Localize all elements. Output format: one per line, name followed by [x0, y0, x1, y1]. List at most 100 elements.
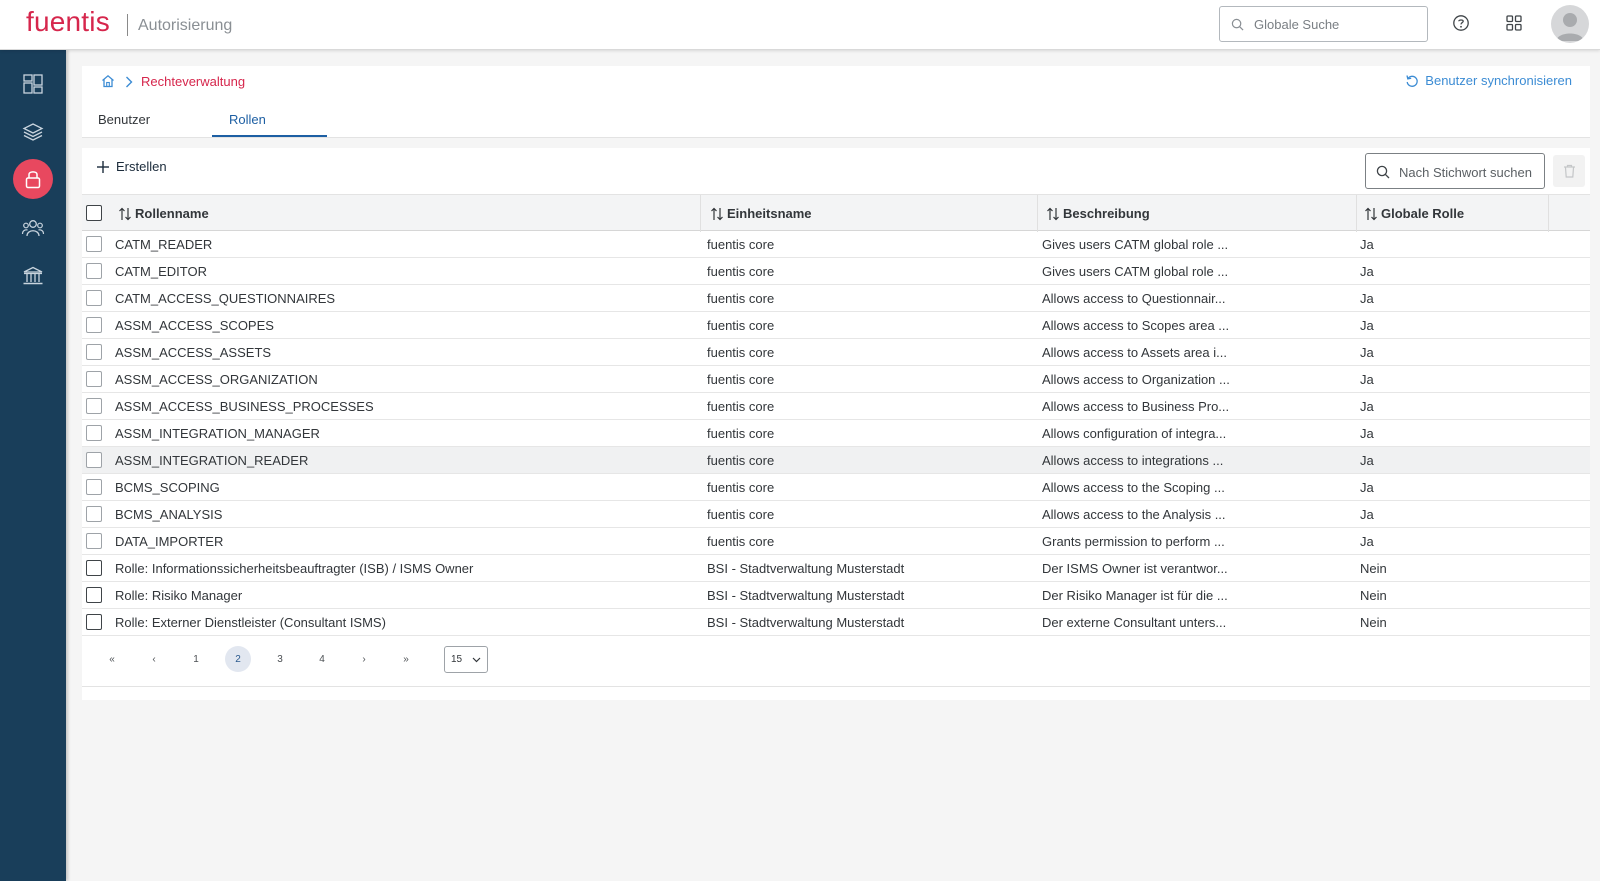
- cell-einheitsname: fuentis core: [707, 426, 775, 441]
- table-row[interactable]: Rolle: Externer Dienstleister (Consultan…: [82, 609, 1590, 636]
- row-checkbox[interactable]: [86, 236, 102, 252]
- fuentis-logo[interactable]: fuentis: [26, 6, 110, 38]
- row-checkbox[interactable]: [86, 587, 102, 603]
- row-checkbox[interactable]: [86, 533, 102, 549]
- row-checkbox[interactable]: [86, 317, 102, 333]
- roles-panel: Erstellen Rollenname Einheitsname Beschr…: [82, 148, 1590, 700]
- table-row[interactable]: Rolle: Informationssicherheitsbeauftragt…: [82, 555, 1590, 582]
- cell-globale-rolle: Ja: [1360, 399, 1374, 414]
- sync-users-label: Benutzer synchronisieren: [1425, 73, 1572, 88]
- cell-beschreibung: Grants permission to perform ...: [1042, 534, 1225, 549]
- row-checkbox[interactable]: [86, 398, 102, 414]
- column-header-einheitsname[interactable]: Einheitsname: [710, 195, 812, 232]
- table-row[interactable]: DATA_IMPORTER fuentis core Grants permis…: [82, 528, 1590, 555]
- page-button[interactable]: 4: [309, 646, 335, 672]
- table-row[interactable]: ASSM_ACCESS_ORGANIZATION fuentis core Al…: [82, 366, 1590, 393]
- table-row[interactable]: ASSM_ACCESS_ASSETS fuentis core Allows a…: [82, 339, 1590, 366]
- cell-globale-rolle: Ja: [1360, 453, 1374, 468]
- cell-rollenname: CATM_ACCESS_QUESTIONNAIRES: [115, 291, 336, 306]
- cell-einheitsname: fuentis core: [707, 291, 775, 306]
- cell-beschreibung: Gives users CATM global role ...: [1042, 264, 1229, 279]
- table-row[interactable]: BCMS_ANALYSIS fuentis core Allows access…: [82, 501, 1590, 528]
- row-checkbox[interactable]: [86, 290, 102, 306]
- users-group-icon: [21, 220, 45, 237]
- cell-rollenname: ASSM_INTEGRATION_MANAGER: [115, 426, 320, 441]
- cell-globale-rolle: Ja: [1360, 345, 1374, 360]
- cell-rollenname: CATM_READER: [115, 237, 213, 252]
- row-checkbox[interactable]: [86, 425, 102, 441]
- search-icon: [1376, 165, 1390, 182]
- create-button[interactable]: Erstellen: [96, 159, 167, 174]
- cell-einheitsname: fuentis core: [707, 264, 775, 279]
- last-page-button[interactable]: »: [393, 646, 419, 672]
- cell-rollenname: Rolle: Risiko Manager: [115, 588, 243, 603]
- row-checkbox[interactable]: [86, 506, 102, 522]
- table-row[interactable]: CATM_ACCESS_QUESTIONNAIRES fuentis core …: [82, 285, 1590, 312]
- table-row[interactable]: CATM_EDITOR fuentis core Gives users CAT…: [82, 258, 1590, 285]
- column-header-rollenname[interactable]: Rollenname: [118, 195, 209, 232]
- cell-beschreibung: Allows access to Assets area i...: [1042, 345, 1227, 360]
- sidebar-item-dashboard[interactable]: [13, 64, 53, 104]
- panel-divider: [82, 686, 1590, 687]
- column-header-beschreibung[interactable]: Beschreibung: [1046, 195, 1150, 232]
- page-button[interactable]: 1: [183, 646, 209, 672]
- table-row[interactable]: ASSM_ACCESS_SCOPES fuentis core Allows a…: [82, 312, 1590, 339]
- app-grid-icon: [1506, 14, 1522, 34]
- sidebar-item-layers[interactable]: [13, 112, 53, 152]
- sidebar-item-institution[interactable]: [13, 256, 53, 296]
- cell-rollenname: ASSM_ACCESS_SCOPES: [115, 318, 274, 333]
- keyword-search-input[interactable]: [1399, 163, 1541, 181]
- table-row[interactable]: ASSM_ACCESS_BUSINESS_PROCESSES fuentis c…: [82, 393, 1590, 420]
- table-row[interactable]: CATM_READER fuentis core Gives users CAT…: [82, 231, 1590, 258]
- tab-benutzer[interactable]: Benutzer: [98, 112, 150, 127]
- table-row[interactable]: BCMS_SCOPING fuentis core Allows access …: [82, 474, 1590, 501]
- page-button[interactable]: 3: [267, 646, 293, 672]
- column-divider: [1037, 195, 1038, 232]
- row-checkbox[interactable]: [86, 371, 102, 387]
- row-checkbox[interactable]: [86, 452, 102, 468]
- tab-active-indicator: [212, 135, 327, 137]
- global-search-box[interactable]: [1219, 6, 1428, 42]
- cell-einheitsname: fuentis core: [707, 507, 775, 522]
- row-checkbox[interactable]: [86, 344, 102, 360]
- sort-icon: [1047, 207, 1059, 220]
- row-checkbox[interactable]: [86, 614, 102, 630]
- cell-globale-rolle: Ja: [1360, 264, 1374, 279]
- sort-icon: [711, 207, 723, 220]
- sidebar-item-authorization[interactable]: [13, 159, 53, 199]
- tab-rollen[interactable]: Rollen: [229, 112, 266, 127]
- cell-globale-rolle: Ja: [1360, 291, 1374, 306]
- cell-einheitsname: BSI - Stadtverwaltung Musterstadt: [707, 561, 905, 576]
- row-checkbox[interactable]: [86, 560, 102, 576]
- table-row[interactable]: ASSM_INTEGRATION_MANAGER fuentis core Al…: [82, 420, 1590, 447]
- breadcrumb-home[interactable]: [101, 74, 115, 91]
- table-row[interactable]: ASSM_INTEGRATION_READER fuentis core All…: [82, 447, 1590, 474]
- keyword-search-box[interactable]: [1365, 153, 1545, 189]
- page-button-current[interactable]: 2: [225, 646, 251, 672]
- next-page-button[interactable]: ›: [351, 646, 377, 672]
- user-avatar[interactable]: [1551, 5, 1589, 43]
- page-size-select[interactable]: 15: [444, 646, 488, 673]
- select-all-checkbox[interactable]: [86, 205, 102, 221]
- global-search-input[interactable]: [1254, 15, 1419, 33]
- sort-icon: [119, 207, 131, 220]
- help-button[interactable]: [1450, 13, 1472, 35]
- delete-button[interactable]: [1553, 155, 1585, 187]
- pagination: « ‹ 1 2 3 4 › » 15: [82, 634, 1590, 686]
- breadcrumb-current[interactable]: Rechteverwaltung: [141, 74, 245, 89]
- row-checkbox[interactable]: [86, 263, 102, 279]
- cell-beschreibung: Gives users CATM global role ...: [1042, 237, 1229, 252]
- cell-globale-rolle: Ja: [1360, 237, 1374, 252]
- first-page-button[interactable]: «: [99, 646, 125, 672]
- app-switcher-button[interactable]: [1503, 13, 1525, 35]
- sync-users-button[interactable]: Benutzer synchronisieren: [1405, 73, 1572, 88]
- cell-globale-rolle: Nein: [1360, 615, 1387, 630]
- column-header-globale-rolle[interactable]: Globale Rolle: [1364, 195, 1464, 232]
- cell-globale-rolle: Nein: [1360, 588, 1387, 603]
- row-checkbox[interactable]: [86, 479, 102, 495]
- table-row[interactable]: Rolle: Risiko Manager BSI - Stadtverwalt…: [82, 582, 1590, 609]
- prev-page-button[interactable]: ‹: [141, 646, 167, 672]
- cell-rollenname: DATA_IMPORTER: [115, 534, 224, 549]
- tab-bar: Benutzer Rollen: [82, 102, 1590, 138]
- sidebar-item-users[interactable]: [13, 208, 53, 248]
